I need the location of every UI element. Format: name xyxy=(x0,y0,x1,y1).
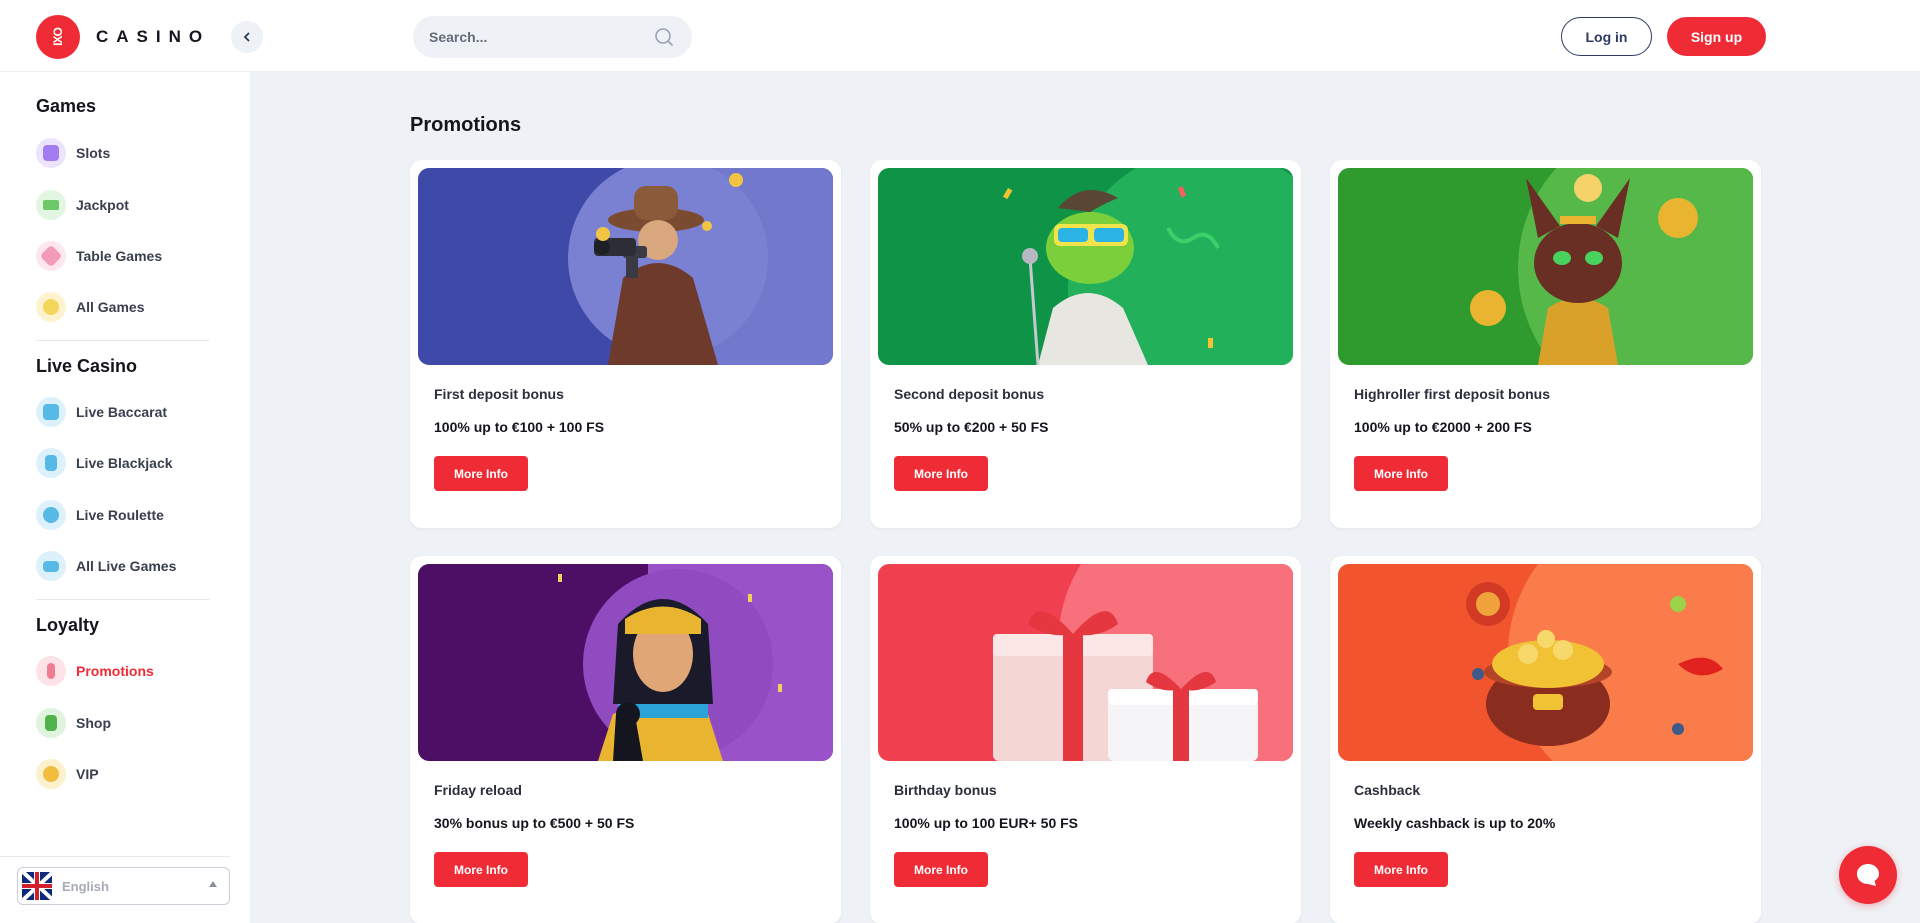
sidebar-item-table-games[interactable]: Table Games xyxy=(36,239,226,273)
promo-offer: 30% bonus up to €500 + 50 FS xyxy=(434,815,635,831)
top-header: IXO CASINO Log in Sign up xyxy=(0,0,1920,72)
chat-bubble-icon xyxy=(1857,864,1879,886)
promo-card-friday-reload: Friday reload 30% bonus up to €500 + 50 … xyxy=(410,556,841,923)
sidebar-item-all-games[interactable]: All Games xyxy=(36,290,226,324)
language-label: English xyxy=(62,878,109,894)
promo-title: Second deposit bonus xyxy=(894,386,1045,402)
promo-image xyxy=(878,168,1293,365)
sidebar-item-label: All Live Games xyxy=(76,558,177,574)
sidebar-item-label: All Games xyxy=(76,299,145,315)
promo-image xyxy=(878,564,1293,761)
sidebar-item-live-blackjack[interactable]: Live Blackjack xyxy=(36,446,226,480)
promo-title: Cashback xyxy=(1354,782,1421,798)
all-games-icon xyxy=(36,292,66,322)
promo-image xyxy=(1338,564,1753,761)
frog-singer-illustration xyxy=(878,168,1293,365)
slots-icon xyxy=(36,138,66,168)
sidebar-item-label: Table Games xyxy=(76,248,163,264)
more-info-button[interactable]: More Info xyxy=(434,852,528,887)
sidebar-collapse-button[interactable] xyxy=(231,21,263,53)
sidebar-item-label: Slots xyxy=(76,145,111,161)
promo-image xyxy=(1338,168,1753,365)
more-info-button[interactable]: More Info xyxy=(894,456,988,491)
live-baccarat-icon xyxy=(36,397,66,427)
live-roulette-icon xyxy=(36,500,66,530)
sidebar-divider xyxy=(36,340,210,341)
uk-flag-icon xyxy=(22,872,52,900)
search-icon[interactable] xyxy=(654,27,674,47)
chevron-up-icon xyxy=(209,881,217,887)
logo-mark: IXO xyxy=(36,15,80,59)
promotions-icon xyxy=(36,656,66,686)
more-info-button[interactable]: More Info xyxy=(1354,852,1448,887)
sidebar-item-label: Promotions xyxy=(76,663,154,679)
gift-boxes-illustration xyxy=(878,564,1293,761)
language-selector[interactable]: English xyxy=(17,867,230,905)
section-title-live-casino: Live Casino xyxy=(36,356,138,376)
sidebar-item-label: Live Roulette xyxy=(76,507,164,523)
promo-card-birthday: Birthday bonus 100% up to 100 EUR+ 50 FS… xyxy=(870,556,1301,923)
promo-offer: Weekly cashback is up to 20% xyxy=(1354,815,1556,831)
promo-card-first-deposit: First deposit bonus 100% up to €100 + 10… xyxy=(410,160,841,528)
sidebar-item-slots[interactable]: Slots xyxy=(36,136,226,170)
all-live-games-icon xyxy=(36,551,66,581)
search-bar xyxy=(413,16,692,58)
more-info-button[interactable]: More Info xyxy=(1354,456,1448,491)
shop-icon xyxy=(36,708,66,738)
sidebar: Games Slots Jackpot Table Games All Game… xyxy=(0,72,250,923)
sidebar-item-label: Live Baccarat xyxy=(76,404,168,420)
sidebar-item-label: VIP xyxy=(76,766,99,782)
egyptian-cat-illustration xyxy=(1338,168,1753,365)
login-button[interactable]: Log in xyxy=(1561,17,1652,56)
sidebar-item-live-baccarat[interactable]: Live Baccarat xyxy=(36,395,226,429)
sidebar-item-label: Live Blackjack xyxy=(76,455,173,471)
promo-title: First deposit bonus xyxy=(434,386,564,402)
gold-pot-illustration xyxy=(1338,564,1753,761)
sidebar-item-label: Jackpot xyxy=(76,197,129,213)
sidebar-item-shop[interactable]: Shop xyxy=(36,706,226,740)
sidebar-item-vip[interactable]: VIP xyxy=(36,757,226,791)
jackpot-icon xyxy=(36,190,66,220)
vip-icon xyxy=(36,759,66,789)
casino-logo[interactable]: IXO CASINO xyxy=(36,15,210,59)
promo-offer: 100% up to €2000 + 200 FS xyxy=(1354,419,1532,435)
promo-offer: 50% up to €200 + 50 FS xyxy=(894,419,1049,435)
table-games-icon xyxy=(36,241,66,271)
promo-title: Highroller first deposit bonus xyxy=(1354,386,1551,402)
sidebar-item-label: Shop xyxy=(76,715,111,731)
cowboy-gunslinger-illustration xyxy=(418,168,833,365)
cleopatra-illustration xyxy=(418,564,833,761)
section-title-loyalty: Loyalty xyxy=(36,615,100,635)
more-info-button[interactable]: More Info xyxy=(434,456,528,491)
promo-title: Birthday bonus xyxy=(894,782,997,798)
live-chat-button[interactable] xyxy=(1839,846,1897,904)
sidebar-divider xyxy=(36,599,210,600)
chevron-left-icon xyxy=(243,32,250,42)
sidebar-item-jackpot[interactable]: Jackpot xyxy=(36,188,226,222)
promo-card-second-deposit: Second deposit bonus 50% up to €200 + 50… xyxy=(870,160,1301,528)
sidebar-item-all-live-games[interactable]: All Live Games xyxy=(36,549,226,583)
search-input[interactable] xyxy=(429,16,649,58)
promo-offer: 100% up to 100 EUR+ 50 FS xyxy=(894,815,1079,831)
live-blackjack-icon xyxy=(36,448,66,478)
promo-title: Friday reload xyxy=(434,782,522,798)
more-info-button[interactable]: More Info xyxy=(894,852,988,887)
page-title: Promotions xyxy=(410,114,522,136)
promo-image xyxy=(418,168,833,365)
sidebar-item-live-roulette[interactable]: Live Roulette xyxy=(36,498,226,532)
promo-offer: 100% up to €100 + 100 FS xyxy=(434,419,605,435)
promo-card-highroller: Highroller first deposit bonus 100% up t… xyxy=(1330,160,1761,528)
promo-card-cashback: Cashback Weekly cashback is up to 20% Mo… xyxy=(1330,556,1761,923)
sidebar-divider xyxy=(0,856,230,857)
promo-image xyxy=(418,564,833,761)
sidebar-item-promotions[interactable]: Promotions xyxy=(36,654,226,688)
section-title-games: Games xyxy=(36,96,97,116)
signup-button[interactable]: Sign up xyxy=(1667,17,1766,56)
logo-text: CASINO xyxy=(96,27,211,46)
